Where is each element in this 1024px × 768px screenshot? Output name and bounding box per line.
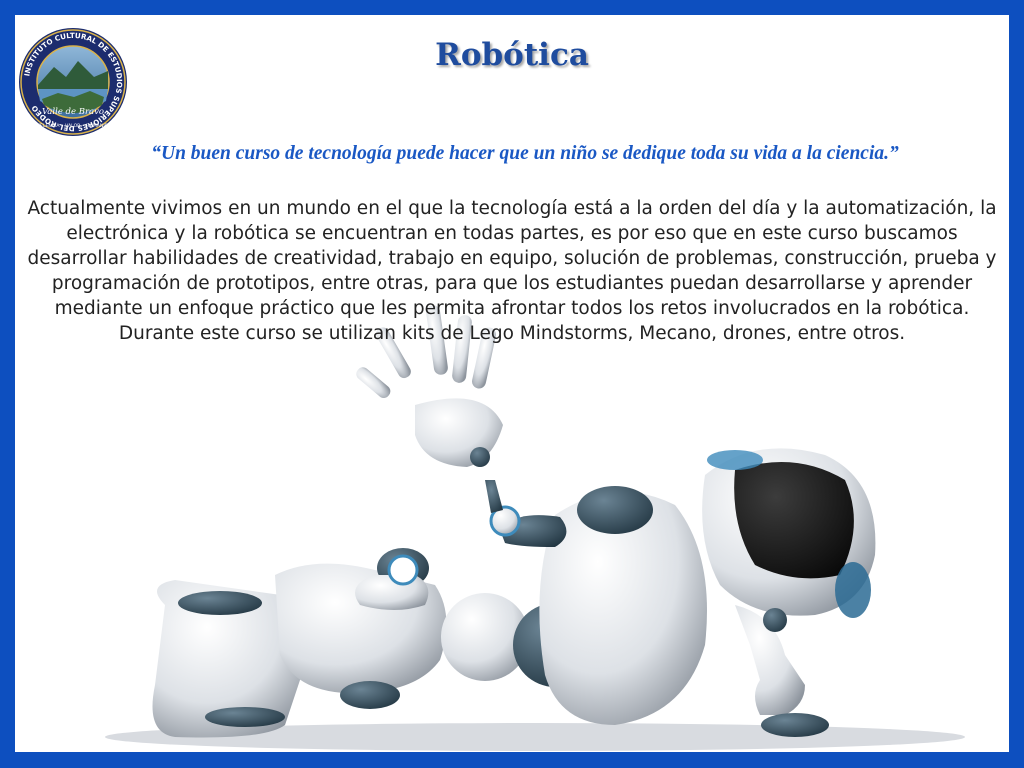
logo-motto: EXCELENCIA • VALOR • HUMANIDAD	[31, 123, 115, 129]
slide: INSTITUTO CULTURAL DE ESTUDIOS SUPERIORE…	[15, 15, 1009, 752]
description-paragraph: Actualmente vivimos en un mundo en el qu…	[27, 198, 997, 319]
robot-illustration	[105, 305, 965, 751]
description-paragraph-kits: Durante este curso se utilizan kits de L…	[118, 323, 906, 344]
course-description: Actualmente vivimos en un mundo en el qu…	[27, 196, 997, 346]
logo-center-text: Valle de Bravo	[42, 107, 104, 117]
quote: “Un buen curso de tecnología puede hacer…	[151, 143, 899, 164]
page-title: Robótica	[435, 37, 589, 73]
